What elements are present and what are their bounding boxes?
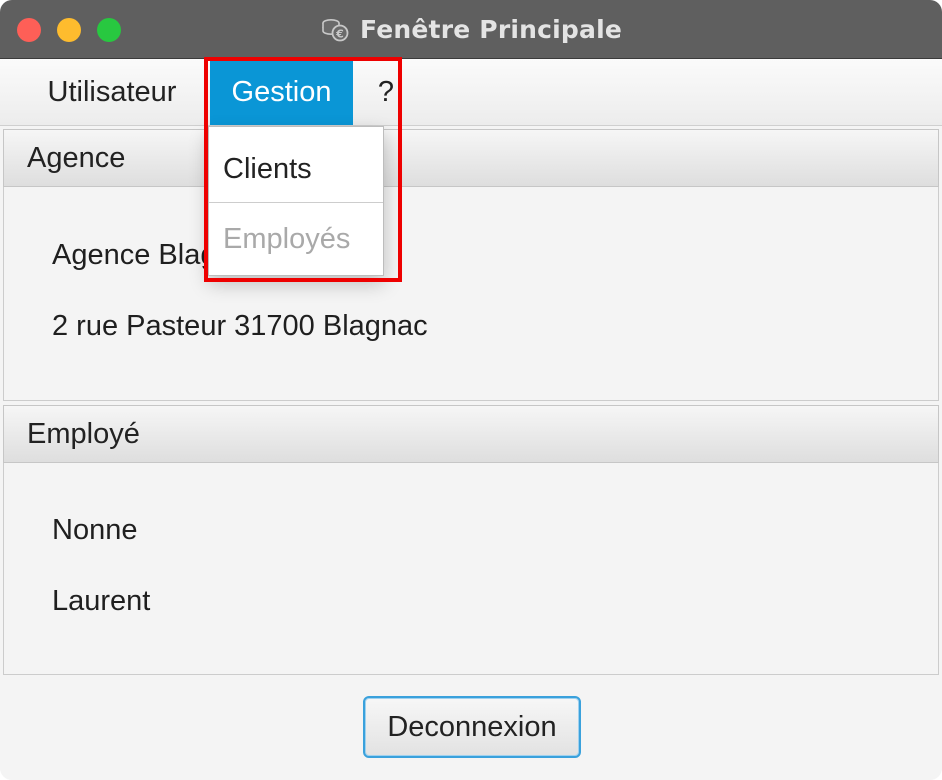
employe-pane-body: Nonne Laurent: [3, 463, 939, 675]
logout-button[interactable]: Deconnexion: [363, 696, 581, 758]
employe-firstname: Laurent: [52, 585, 151, 617]
title-bar[interactable]: € Fenêtre Principale: [0, 0, 942, 59]
menu-help[interactable]: ?: [365, 59, 407, 125]
main-window: € Fenêtre Principale Utilisateur Gestion…: [0, 0, 942, 780]
menu-item-clients[interactable]: Clients: [209, 133, 383, 205]
gestion-dropdown: Clients Employés: [208, 126, 384, 276]
menu-item-employes: Employés: [223, 222, 351, 255]
agence-address: 2 rue Pasteur 31700 Blagnac: [52, 310, 428, 342]
employe-pane-header[interactable]: Employé: [3, 405, 939, 463]
menu-utilisateur[interactable]: Utilisateur: [27, 59, 197, 125]
window-title: Fenêtre Principale: [359, 14, 622, 44]
svg-text:€: €: [335, 28, 344, 41]
employe-lastname: Nonne: [52, 514, 138, 546]
agence-pane-header[interactable]: Agence: [3, 129, 939, 187]
agence-pane-body: Agence Blagnac 2 rue Pasteur 31700 Blagn…: [3, 187, 939, 401]
window-title-group: € Fenêtre Principale: [0, 0, 942, 58]
menu-gestion[interactable]: Gestion: [210, 59, 353, 125]
coins-icon: €: [320, 16, 350, 42]
menu-bar: Utilisateur Gestion ?: [0, 59, 942, 126]
